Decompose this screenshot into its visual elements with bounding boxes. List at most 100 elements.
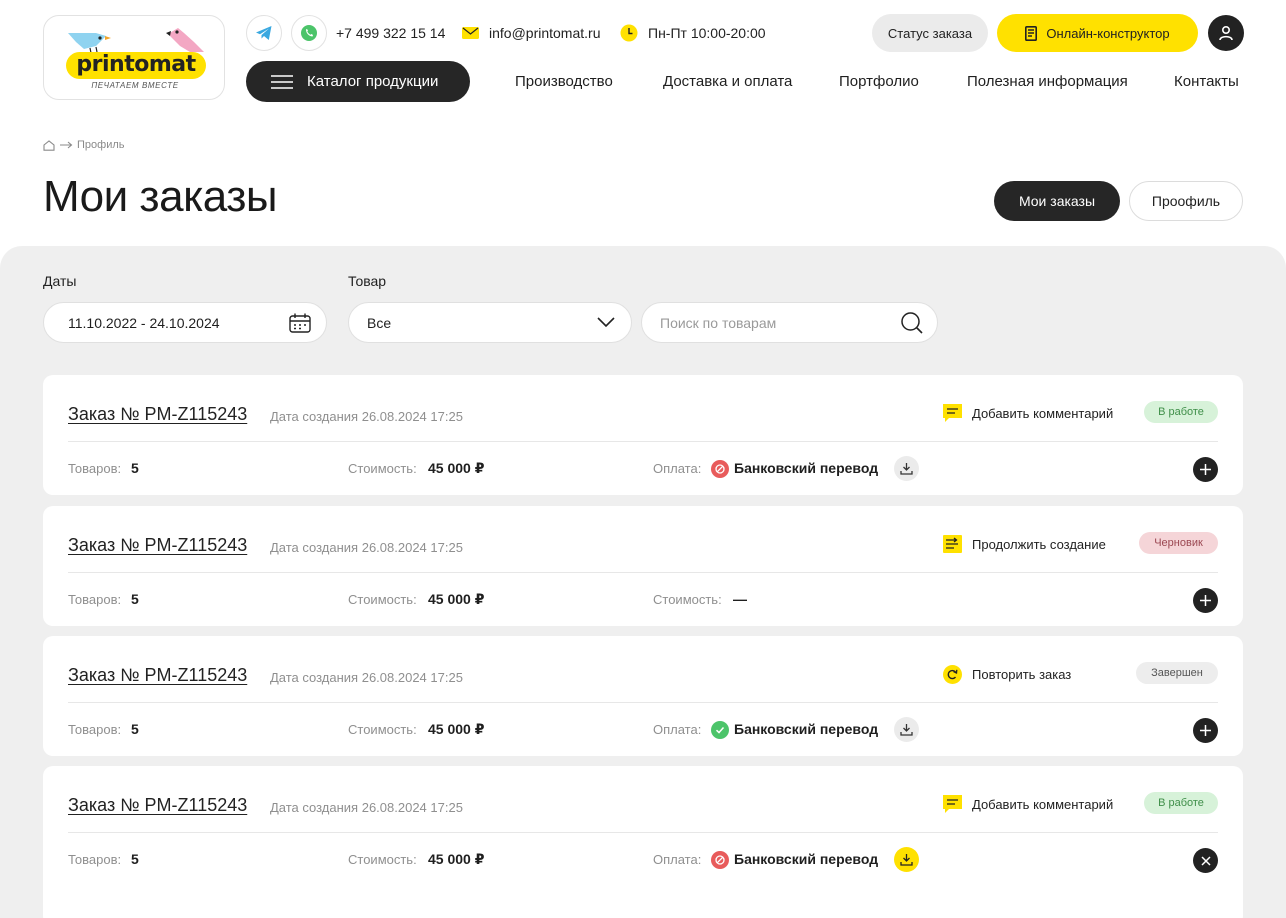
clock-icon <box>620 24 638 42</box>
product-label: Товар <box>348 273 387 289</box>
card-divider <box>68 572 1218 573</box>
online-constructor-button[interactable]: Онлайн-конструктор <box>997 14 1198 52</box>
items-count: 5 <box>131 591 139 607</box>
card-divider <box>68 832 1218 833</box>
order-created-date: Дата создания 26.08.2024 17:25 <box>270 540 463 555</box>
failed-payment-icon <box>711 460 729 478</box>
nav-useful-info[interactable]: Полезная информация <box>967 73 1128 91</box>
plus-icon <box>1200 725 1211 736</box>
cost-label: Стоимость: <box>348 722 417 737</box>
chevron-down-icon <box>597 317 615 328</box>
cost-value: 45 000 ₽ <box>428 851 485 867</box>
breadcrumb: Профиль <box>43 139 125 151</box>
expand-order-button[interactable] <box>1193 457 1218 482</box>
items-label: Товаров: <box>68 461 122 476</box>
mail-icon <box>462 27 479 39</box>
cost-label: Стоимость: <box>348 592 417 607</box>
nav-portfolio[interactable]: Портфолио <box>839 73 919 91</box>
download-icon <box>900 854 913 866</box>
email-link[interactable]: info@printomat.ru <box>489 25 600 41</box>
add-comment-button[interactable]: Добавить комментарий <box>943 794 1113 814</box>
collapse-order-button[interactable] <box>1193 848 1218 873</box>
user-icon <box>1219 25 1233 41</box>
comment-icon <box>943 404 962 422</box>
order-number-link[interactable]: Заказ № PM-Z115243 <box>68 795 247 816</box>
download-icon <box>900 724 913 736</box>
cost-value: 45 000 ₽ <box>428 721 485 737</box>
success-payment-icon <box>711 721 729 739</box>
book-icon <box>1025 25 1038 41</box>
cost-value: 45 000 ₽ <box>428 591 485 607</box>
add-comment-button[interactable]: Добавить комментарий <box>943 403 1113 423</box>
download-invoice-button[interactable] <box>894 456 919 481</box>
user-profile-button[interactable] <box>1208 15 1244 51</box>
menu-icon <box>271 74 293 89</box>
order-card: Заказ № PM-Z115243 Дата создания 26.08.2… <box>43 375 1243 495</box>
continue-creation-button[interactable]: Продолжить создание <box>943 534 1106 554</box>
order-created-date: Дата создания 26.08.2024 17:25 <box>270 800 463 815</box>
nav-production[interactable]: Производство <box>515 73 613 91</box>
phone-number[interactable]: +7 499 322 15 14 <box>336 25 445 41</box>
card-divider <box>68 441 1218 442</box>
order-card: Заказ № PM-Z115243 Дата создания 26.08.2… <box>43 506 1243 626</box>
online-constructor-label: Онлайн-конструктор <box>1046 25 1170 41</box>
download-invoice-button[interactable] <box>894 847 919 872</box>
product-select[interactable]: Все <box>348 302 632 343</box>
calendar-icon[interactable] <box>289 313 311 333</box>
product-select-value: Все <box>367 315 392 331</box>
order-card: Заказ № PM-Z115243 Дата создания 26.08.2… <box>43 636 1243 756</box>
breadcrumb-current: Профиль <box>77 139 125 151</box>
download-icon <box>900 463 913 475</box>
failed-payment-icon <box>711 851 729 869</box>
repeat-order-button[interactable]: Повторить заказ <box>943 664 1071 684</box>
catalog-label: Каталог продукции <box>307 73 439 90</box>
arrow-right-icon <box>60 141 73 149</box>
home-icon[interactable] <box>43 139 55 151</box>
order-number-link[interactable]: Заказ № PM-Z115243 <box>68 404 247 425</box>
search-icon[interactable] <box>901 312 923 334</box>
whatsapp-button[interactable] <box>291 15 327 51</box>
plus-icon <box>1200 464 1211 475</box>
order-created-date: Дата создания 26.08.2024 17:25 <box>270 409 463 424</box>
order-created-date: Дата создания 26.08.2024 17:25 <box>270 670 463 685</box>
catalog-button[interactable]: Каталог продукции <box>246 61 470 102</box>
date-range-value: 11.10.2022 - 24.10.2024 <box>68 315 220 331</box>
tab-my-orders[interactable]: Мои заказы <box>994 181 1120 221</box>
payment-method: Банковский перевод <box>734 851 879 867</box>
date-range-field[interactable]: 11.10.2022 - 24.10.2024 <box>43 302 327 343</box>
page-title: Мои заказы <box>43 172 278 221</box>
expand-order-button[interactable] <box>1193 588 1218 613</box>
items-count: 5 <box>131 851 139 867</box>
tab-profile[interactable]: Проофиль <box>1129 181 1243 221</box>
status-badge: В работе <box>1144 792 1218 814</box>
nav-contacts[interactable]: Контакты <box>1174 73 1239 91</box>
order-number-link[interactable]: Заказ № PM-Z115243 <box>68 665 247 686</box>
cost-value: 45 000 ₽ <box>428 460 485 476</box>
add-comment-label: Добавить комментарий <box>972 796 1114 812</box>
expand-order-button[interactable] <box>1193 718 1218 743</box>
logo[interactable]: printomat ПЕЧАТАЕМ ВМЕСТЕ <box>43 15 225 100</box>
payment-method: — <box>733 591 747 607</box>
continue-creation-label: Продолжить создание <box>972 536 1106 552</box>
repeat-order-label: Повторить заказ <box>972 666 1072 682</box>
payment-label: Стоимость: <box>653 592 722 607</box>
product-search[interactable]: Поиск по товарам <box>641 302 938 343</box>
continue-icon <box>943 535 962 553</box>
order-number-link[interactable]: Заказ № PM-Z115243 <box>68 535 247 556</box>
add-comment-label: Добавить комментарий <box>972 405 1114 421</box>
comment-icon <box>943 795 962 813</box>
working-hours: Пн-Пт 10:00-20:00 <box>648 25 766 41</box>
plus-icon <box>1200 595 1211 606</box>
payment-label: Оплата: <box>653 722 702 737</box>
download-invoice-button[interactable] <box>894 717 919 742</box>
dates-label: Даты <box>43 273 77 289</box>
items-count: 5 <box>131 460 139 476</box>
order-status-button[interactable]: Статус заказа <box>872 14 988 52</box>
card-divider <box>68 702 1218 703</box>
nav-delivery[interactable]: Доставка и оплата <box>663 73 792 91</box>
search-placeholder[interactable]: Поиск по товарам <box>660 315 776 331</box>
status-badge: Завершен <box>1136 662 1218 684</box>
items-count: 5 <box>131 721 139 737</box>
items-label: Товаров: <box>68 852 122 867</box>
telegram-button[interactable] <box>246 15 282 51</box>
